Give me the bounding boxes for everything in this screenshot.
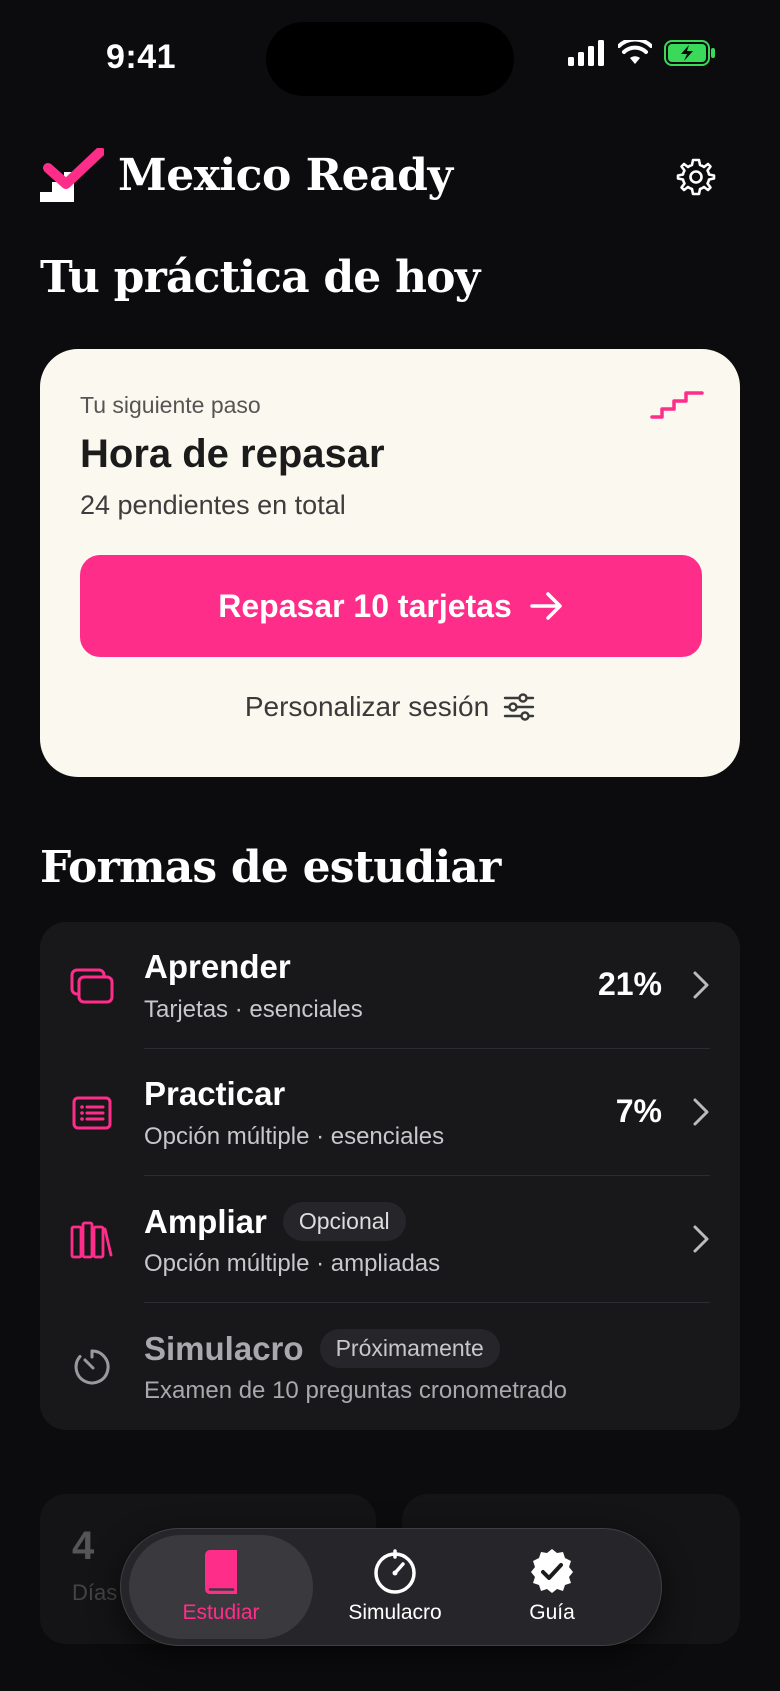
study-mode-subtitle: Opción múltiple · esenciales: [144, 1123, 445, 1150]
study-mode-mock-exam: Simulacro Próximamente Examen de 10 preg…: [40, 1303, 740, 1430]
study-mode-subtitle: Opción múltiple · ampliadas: [144, 1250, 441, 1277]
timer-icon: [374, 1549, 416, 1594]
stairs-icon: [650, 391, 704, 419]
review-cards-button[interactable]: Repasar 10 tarjetas: [80, 555, 702, 657]
gear-icon: [676, 158, 716, 196]
customize-session-link[interactable]: Personalizar sesión: [40, 691, 740, 723]
study-mode-title: Practicar: [144, 1075, 286, 1112]
cellular-signal-icon: [568, 40, 604, 66]
tab-mock-exam[interactable]: Simulacro: [327, 1535, 463, 1639]
study-mode-progress: 21%: [597, 966, 662, 1002]
study-mode-learn[interactable]: Aprender Tarjetas · esenciales 21%: [40, 922, 740, 1049]
list-icon: [70, 1091, 114, 1135]
app-brand: Mexico Ready: [40, 148, 453, 202]
study-modes-list: Aprender Tarjetas · esenciales 21% Pract…: [40, 922, 740, 1430]
study-mode-progress: 7%: [615, 1093, 662, 1129]
app-logo-icon: [40, 148, 104, 202]
tab-label: Guía: [529, 1601, 575, 1624]
review-cards-label: Repasar 10 tarjetas: [218, 587, 512, 624]
chevron-right-icon: [693, 1098, 709, 1126]
optional-badge: Opcional: [282, 1202, 406, 1241]
today-heading: Tu práctica de hoy: [40, 252, 480, 303]
study-modes-heading: Formas de estudiar: [40, 842, 501, 893]
customize-session-label: Personalizar sesión: [244, 691, 490, 722]
books-icon: [70, 1218, 114, 1262]
badge-check-icon: [531, 1549, 573, 1593]
status-bar: 9:41: [0, 0, 780, 118]
study-mode-practice[interactable]: Practicar Opción múltiple · esenciales 7…: [40, 1049, 740, 1176]
next-step-card: Tu siguiente paso Hora de repasar 24 pen…: [40, 349, 740, 777]
dynamic-island: [266, 22, 514, 96]
tab-label: Estudiar: [182, 1601, 260, 1624]
timer-icon: [70, 1345, 114, 1389]
book-icon: [205, 1550, 237, 1595]
chevron-right-icon: [693, 971, 709, 999]
study-mode-title: Simulacro: [144, 1329, 304, 1367]
wifi-icon: [618, 40, 652, 64]
study-mode-subtitle: Tarjetas · esenciales: [144, 996, 363, 1023]
tab-guide[interactable]: Guía: [477, 1535, 627, 1639]
arrow-right-icon: [530, 592, 562, 620]
app-title: Mexico Ready: [118, 149, 453, 201]
status-icons: [568, 40, 716, 66]
streak-label: Días: [72, 1580, 118, 1605]
tab-bar: Estudiar Simulacro Guía: [120, 1528, 662, 1646]
study-mode-expand[interactable]: Ampliar Opcional Opción múltiple · ampli…: [40, 1176, 740, 1303]
study-mode-subtitle: Examen de 10 preguntas cronometrado: [144, 1377, 567, 1404]
study-mode-title: Aprender: [144, 948, 291, 985]
sliders-icon: [503, 693, 535, 721]
streak-value: 4: [72, 1524, 95, 1568]
cards-icon: [70, 964, 114, 1008]
card-title: Hora de repasar: [80, 432, 385, 476]
card-kicker: Tu siguiente paso: [80, 392, 261, 418]
status-time: 9:41: [106, 38, 177, 76]
tab-study[interactable]: Estudiar: [129, 1535, 313, 1639]
chevron-right-icon: [693, 1225, 709, 1253]
tab-label: Simulacro: [348, 1601, 442, 1624]
settings-button[interactable]: [674, 155, 718, 199]
coming-soon-badge: Próximamente: [319, 1329, 500, 1368]
study-mode-title: Ampliar: [144, 1202, 267, 1240]
card-subtitle: 24 pendientes en total: [80, 490, 346, 520]
battery-charging-icon: [664, 40, 715, 66]
